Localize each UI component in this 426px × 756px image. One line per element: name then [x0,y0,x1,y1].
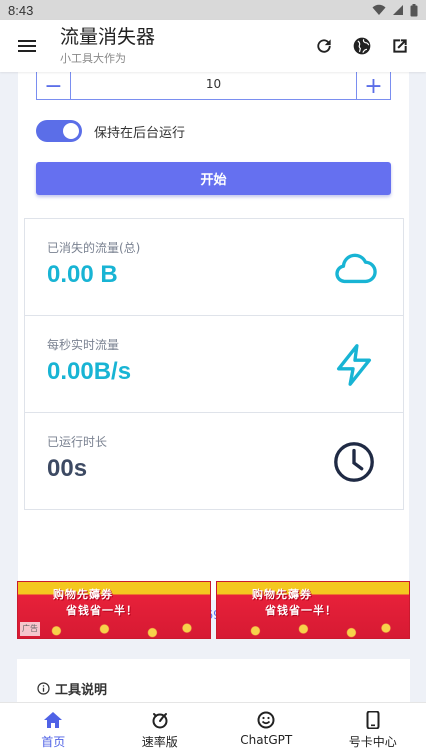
nav-label: 号卡中心 [348,735,397,749]
main-scroll[interactable]: − 10 + 保持在后台运行 开始 已消失的流量(总) 0.00 B 每秒实时流… [0,72,426,702]
ad-banner[interactable]: 购物先薅券 省钱省一半！ [216,581,410,639]
status-bar: 8:43 [0,0,426,20]
wifi-icon [372,4,386,15]
ad-text: 省钱省一半！ [66,604,138,617]
tool-info-label: 工具说明 [55,683,108,698]
control-card: − 10 + 保持在后台运行 开始 已消失的流量(总) 0.00 B 每秒实时流… [18,72,409,630]
app-bar: 流量消失器 小工具大作为 [0,20,426,72]
decrement-button[interactable]: − [37,72,71,100]
app-subtitle: 小工具大作为 [60,52,126,65]
nav-home[interactable]: 首页 [0,703,107,756]
toggle-knob [63,123,79,139]
background-toggle-label: 保持在后台运行 [94,125,186,141]
status-icons [372,3,418,17]
bottom-nav: 首页 速率版 ChatGPT 号卡中心 [0,702,426,756]
stat-value: 0.00 B [47,261,118,288]
tool-info-title[interactable]: 工具说明 [37,679,107,698]
stat-label: 已运行时长 [47,435,108,449]
ad-text: 购物先薅券 [53,588,113,601]
cloud-icon [335,253,377,284]
nav-sim-center[interactable]: 号卡中心 [320,703,426,756]
refresh-icon [317,39,331,53]
nav-label: 速率版 [141,735,178,749]
ad-banner-row: 购物先薅券 省钱省一半！ 广告 购物先薅券 省钱省一半！ [17,581,410,641]
open-external-button[interactable] [384,30,416,62]
stat-total-traffic: 已消失的流量(总) 0.00 B [25,219,403,316]
battery-icon [410,3,418,16]
app-actions [308,30,426,62]
nav-chatgpt[interactable]: ChatGPT [213,703,320,756]
smiley-icon [257,711,275,729]
background-toggle-row: 保持在后台运行 [36,120,185,142]
coins-decoration [18,620,210,638]
info-icon [37,682,50,695]
globe-button[interactable] [346,30,378,62]
clock-icon [334,442,374,482]
title-block: 流量消失器 小工具大作为 [60,26,155,66]
nav-label: 首页 [41,735,66,749]
tool-info-card: 工具说明 [17,659,410,702]
increment-button[interactable]: + [356,72,390,100]
stat-value: 00s [47,455,88,482]
ad-banner[interactable]: 购物先薅券 省钱省一半！ 广告 [17,581,211,639]
status-time: 8:43 [8,2,34,18]
ad-text: 购物先薅券 [252,588,312,601]
background-toggle[interactable] [36,120,82,142]
stat-label: 每秒实时流量 [47,338,120,352]
open-external-icon [393,39,407,53]
lightning-icon [336,344,372,386]
coins-decoration [217,620,409,638]
stats-panel: 已消失的流量(总) 0.00 B 每秒实时流量 0.00B/s 已运行时长 00… [24,218,404,510]
stepper-value[interactable]: 10 [71,72,356,99]
speedometer-icon [152,713,168,729]
globe-icon [353,37,371,55]
menu-icon [18,40,36,52]
refresh-button[interactable] [308,30,340,62]
signal-icon [393,5,403,15]
nav-speed[interactable]: 速率版 [107,703,214,756]
stat-realtime-traffic: 每秒实时流量 0.00B/s [25,316,403,413]
menu-button[interactable] [0,20,54,72]
stat-label: 已消失的流量(总) [47,241,141,255]
ad-text: 省钱省一半！ [265,604,337,617]
app-title: 流量消失器 [60,26,156,48]
nav-label: ChatGPT [240,733,293,747]
start-button[interactable]: 开始 [36,162,391,195]
ad-badge: 广告 [20,622,40,636]
stat-run-time: 已运行时长 00s [25,413,403,510]
stat-value: 0.00B/s [47,358,132,385]
home-icon [44,712,63,728]
count-stepper: − 10 + [36,72,391,100]
phone-icon [366,711,380,729]
